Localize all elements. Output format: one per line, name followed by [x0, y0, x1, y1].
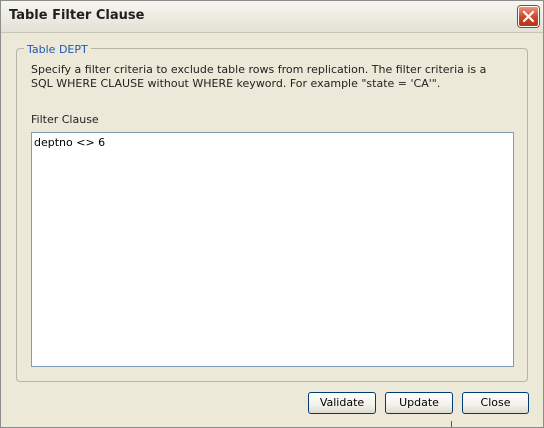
close-button[interactable]: Close: [462, 392, 529, 414]
mouse-cursor-mark: [451, 421, 455, 427]
table-filter-clause-dialog: Table Filter Clause Table DEPT Specify a…: [0, 0, 544, 428]
group-legend: Table DEPT: [24, 43, 91, 56]
filter-clause-label: Filter Clause: [31, 113, 99, 126]
validate-button[interactable]: Validate: [308, 392, 376, 414]
filter-clause-textarea[interactable]: deptno <> 6: [31, 132, 514, 367]
window-title: Table Filter Clause: [9, 8, 145, 23]
title-bar: Table Filter Clause: [1, 1, 543, 33]
title-close-button[interactable]: [518, 6, 539, 27]
update-button[interactable]: Update: [385, 392, 453, 414]
close-icon: [522, 10, 535, 23]
filter-description: Specify a filter criteria to exclude tab…: [31, 63, 487, 90]
